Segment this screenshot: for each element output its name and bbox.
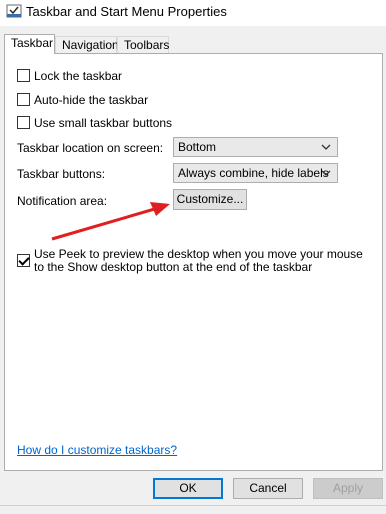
- autohide-taskbar-checkbox[interactable]: [17, 93, 30, 106]
- ok-button[interactable]: OK: [153, 478, 223, 499]
- peek-option[interactable]: Use Peek to preview the desktop when you…: [17, 248, 372, 276]
- chevron-down-icon: [321, 144, 331, 150]
- taskbar-buttons-select[interactable]: Always combine, hide labels: [173, 163, 338, 183]
- tab-toolbars[interactable]: Toolbars: [117, 36, 169, 53]
- small-buttons-option[interactable]: Use small taskbar buttons: [17, 115, 217, 131]
- peek-label: Use Peek to preview the desktop when you…: [34, 247, 363, 274]
- autohide-taskbar-label: Auto-hide the taskbar: [34, 93, 149, 107]
- small-buttons-checkbox[interactable]: [17, 116, 30, 129]
- small-buttons-label: Use small taskbar buttons: [34, 116, 173, 130]
- location-select-value: Bottom: [178, 140, 217, 154]
- title-bar: Taskbar and Start Menu Properties: [0, 0, 386, 26]
- tab-taskbar[interactable]: Taskbar: [4, 34, 55, 54]
- cancel-button[interactable]: Cancel: [233, 478, 303, 499]
- lock-taskbar-label: Lock the taskbar: [34, 69, 123, 83]
- location-label: Taskbar location on screen:: [17, 141, 164, 155]
- customize-button[interactable]: Customize...: [173, 189, 247, 210]
- taskbar-buttons-select-value: Always combine, hide labels: [178, 166, 329, 180]
- tab-navigation[interactable]: Navigation: [55, 36, 119, 53]
- tab-strip: Taskbar Navigation Toolbars: [0, 34, 386, 54]
- chevron-down-icon: [321, 170, 331, 176]
- taskbar-properties-icon: [6, 4, 22, 18]
- taskbar-panel: Lock the taskbar Auto-hide the taskbar U…: [4, 53, 383, 471]
- taskbar-buttons-label: Taskbar buttons:: [17, 167, 106, 181]
- peek-checkbox[interactable]: [17, 254, 30, 267]
- notification-area-label: Notification area:: [17, 194, 108, 208]
- lock-taskbar-option[interactable]: Lock the taskbar: [17, 68, 217, 84]
- apply-button[interactable]: Apply: [313, 478, 383, 499]
- location-select[interactable]: Bottom: [173, 137, 338, 157]
- help-link[interactable]: How do I customize taskbars?: [17, 443, 177, 457]
- autohide-taskbar-option[interactable]: Auto-hide the taskbar: [17, 92, 217, 108]
- lock-taskbar-checkbox[interactable]: [17, 69, 30, 82]
- window-title: Taskbar and Start Menu Properties: [26, 4, 227, 19]
